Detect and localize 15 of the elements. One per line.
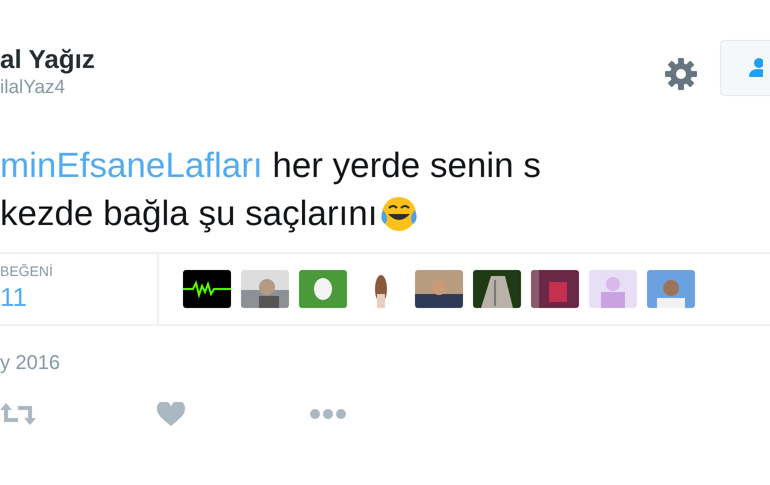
settings-icon[interactable]: [664, 57, 698, 91]
person-icon: [749, 57, 763, 79]
tweet-text: her yerde senin s: [271, 145, 541, 187]
likes-count[interactable]: 11: [0, 282, 157, 312]
tweet-date: y 2016: [0, 351, 62, 376]
hashtag-link[interactable]: minEfsaneLafları: [0, 142, 263, 190]
follow-button[interactable]: [720, 40, 770, 96]
heart-icon[interactable]: [157, 402, 185, 426]
user-handle[interactable]: ilalYaz4: [0, 76, 95, 100]
likes-label: BEĞENİ: [0, 262, 54, 280]
retweet-icon[interactable]: [0, 403, 36, 425]
laughing-face-icon: [379, 194, 420, 234]
tweet-text: kezde bağla şu saçlarını: [0, 193, 378, 235]
user-name[interactable]: al Yağız: [0, 44, 95, 74]
more-icon[interactable]: [309, 408, 347, 420]
